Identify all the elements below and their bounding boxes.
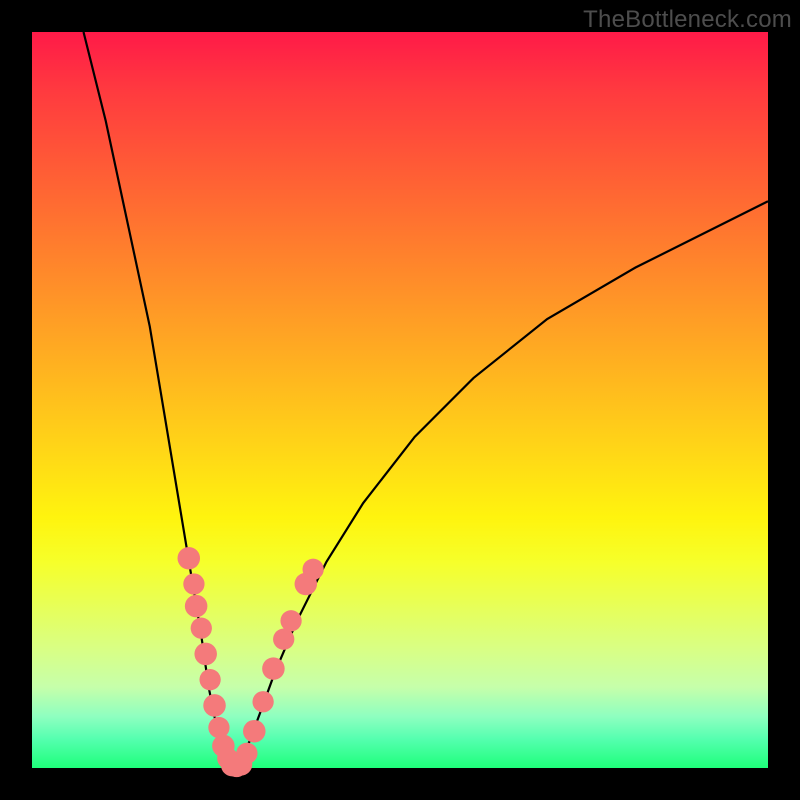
marker-dot: [203, 694, 226, 717]
marker-dot: [303, 559, 324, 580]
marker-dot: [178, 547, 201, 570]
chart-frame: TheBottleneck.com: [0, 0, 800, 800]
curve-layer: [32, 32, 768, 768]
marker-dot: [183, 573, 204, 594]
plot-area: [32, 32, 768, 768]
marker-dot: [185, 595, 208, 618]
watermark-text: TheBottleneck.com: [583, 6, 792, 34]
curve-right: [234, 201, 768, 768]
marker-dot: [199, 669, 220, 690]
marker-dot: [208, 717, 229, 738]
marker-dot: [191, 618, 212, 639]
marker-dot: [194, 643, 217, 666]
marker-dot: [243, 720, 266, 743]
marker-dot: [280, 610, 301, 631]
marker-dot: [236, 743, 257, 764]
marker-dot: [262, 657, 285, 680]
markers-group: [178, 547, 324, 777]
marker-dot: [252, 691, 273, 712]
marker-dot: [273, 629, 294, 650]
